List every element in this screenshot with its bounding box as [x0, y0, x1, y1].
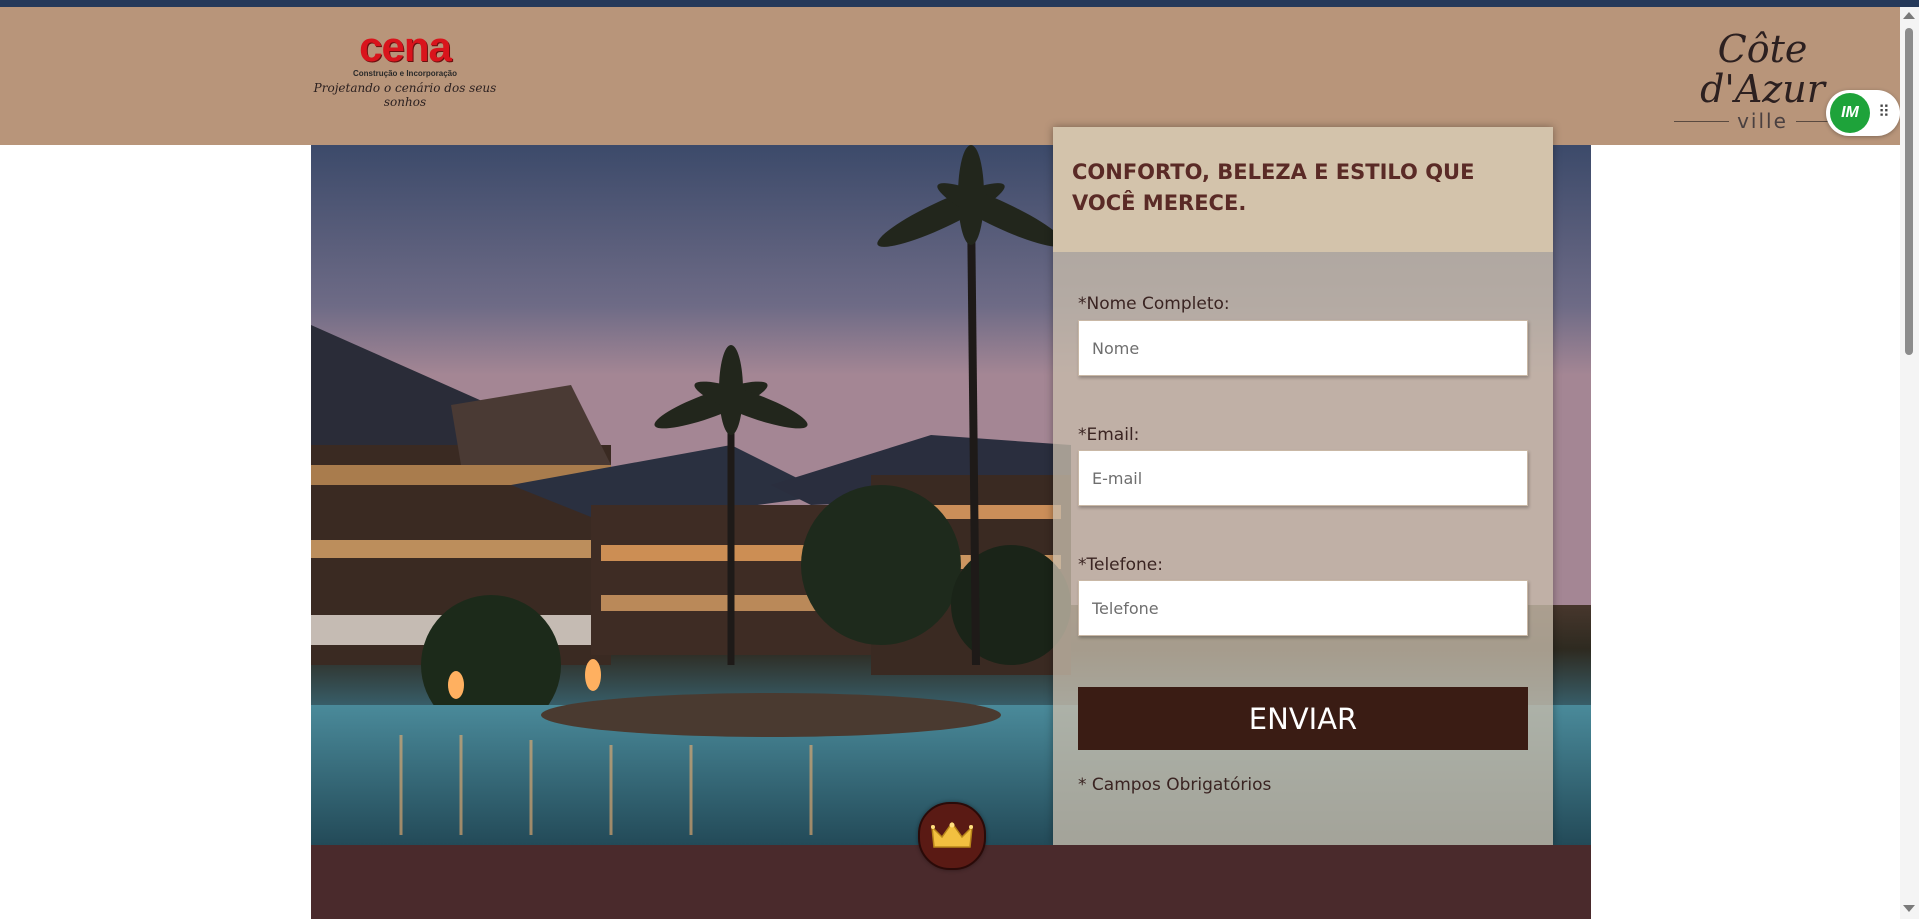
- divider: [1674, 120, 1730, 122]
- name-label: *Nome Completo:: [1078, 294, 1230, 314]
- lead-form-panel: CONFORTO, BELEZA E ESTILO QUE VOCÊ MEREC…: [1053, 127, 1553, 845]
- browser-top-strip: [0, 0, 1919, 7]
- brand-subtitle: Construção e Incorporação: [352, 69, 458, 78]
- site-header: cena Construção e Incorporação Projetand…: [0, 7, 1900, 145]
- browser-extension-widget[interactable]: IM ⠿: [1826, 90, 1900, 136]
- phone-input[interactable]: [1078, 580, 1528, 636]
- brand-tagline: Projetando o cenário dos seus sonhos: [313, 81, 497, 109]
- scroll-up-arrow-icon[interactable]: [1903, 12, 1915, 19]
- email-label: *Email:: [1078, 425, 1140, 445]
- development-sub: ville: [1737, 109, 1788, 133]
- extension-logo-icon[interactable]: IM: [1830, 93, 1870, 133]
- crown-badge: [918, 802, 986, 870]
- name-input[interactable]: [1078, 320, 1528, 376]
- scroll-down-arrow-icon[interactable]: [1903, 905, 1915, 912]
- required-fields-note: * Campos Obrigatórios: [1078, 775, 1272, 795]
- form-header: CONFORTO, BELEZA E ESTILO QUE VOCÊ MEREC…: [1053, 127, 1553, 252]
- drag-handle-icon[interactable]: ⠿: [1878, 105, 1890, 121]
- submit-button[interactable]: ENVIAR: [1078, 687, 1528, 750]
- email-input[interactable]: [1078, 450, 1528, 506]
- phone-label: *Telefone:: [1078, 555, 1163, 575]
- cena-logo[interactable]: cena Construção e Incorporação Projetand…: [310, 23, 500, 110]
- scrollbar-thumb[interactable]: [1905, 28, 1913, 355]
- brand-name: cena: [359, 23, 452, 70]
- form-title: CONFORTO, BELEZA E ESTILO QUE VOCÊ MEREC…: [1072, 160, 1475, 215]
- crown-icon: [931, 821, 973, 848]
